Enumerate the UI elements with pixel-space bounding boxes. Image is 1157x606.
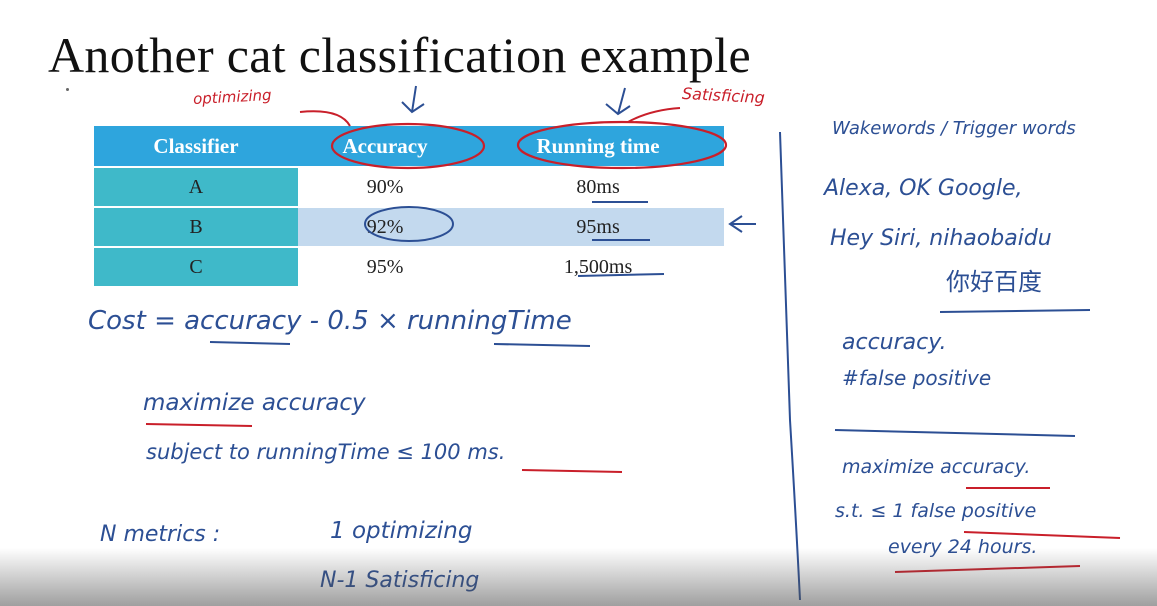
every-24-hours-note: every 24 hours. <box>888 536 1038 558</box>
cell-classifier: B <box>94 206 298 247</box>
running-time-down-arrow-icon <box>605 87 631 116</box>
vertical-divider-line <box>779 131 801 601</box>
underline-100ms <box>521 469 623 473</box>
satisficing-annotation: Satisficing <box>681 83 766 108</box>
satisficing-leader-line <box>627 107 681 123</box>
accuracy-note: accuracy. <box>842 330 947 355</box>
accuracy-down-arrow-icon <box>401 85 425 114</box>
wakewords-line1-note: Alexa, OK Google, <box>824 176 1023 201</box>
classifier-table: Classifier Accuracy Running time A 90% 8… <box>94 126 724 286</box>
header-running-time: Running time <box>472 126 724 167</box>
table-row: C 95% 1,500ms <box>94 246 724 286</box>
underline-maximize <box>145 423 253 427</box>
st-false-positive-note: s.t. ≤ 1 false positive <box>835 500 1037 522</box>
subject-to-note: subject to runningTime ≤ 100 ms. <box>146 440 506 464</box>
cell-classifier: C <box>94 246 298 286</box>
underline-every-24-hours <box>894 565 1081 573</box>
n-minus-one-satisficing-note: N-1 Satisficing <box>320 568 480 593</box>
wakewords-heading-note: Wakewords / Trigger words <box>832 118 1076 139</box>
lecture-slide: Another cat classification example Class… <box>0 0 1157 606</box>
wakewords-chinese-note: 你好百度 <box>946 268 1042 296</box>
optimizing-annotation: optimizing <box>192 85 273 109</box>
cell-running-time: 80ms <box>472 166 724 207</box>
optimizing-leader-line <box>299 110 351 127</box>
n-metrics-note: N metrics : <box>100 522 221 547</box>
slide-title: Another cat classification example <box>48 27 751 83</box>
underline-running-time <box>493 343 591 347</box>
stray-dot <box>66 88 69 91</box>
divider-right-section <box>834 429 1076 437</box>
cell-running-time: 1,500ms <box>472 246 724 286</box>
maximize-accuracy-right-note: maximize accuracy. <box>842 456 1031 478</box>
divider-wakewords <box>939 309 1091 313</box>
table-row: A 90% 80ms <box>94 166 724 207</box>
cell-accuracy: 90% <box>298 166 473 207</box>
cell-accuracy: 95% <box>298 246 473 286</box>
underline-accuracy <box>209 341 291 345</box>
wakewords-line2-note: Hey Siri, nihaobaidu <box>830 226 1052 251</box>
cell-accuracy: 92% <box>298 206 473 247</box>
header-accuracy: Accuracy <box>298 126 473 167</box>
row-b-left-arrow-icon <box>728 215 756 233</box>
cost-formula-note: Cost = accuracy - 0.5 × runningTime <box>88 306 572 336</box>
maximize-accuracy-note: maximize accuracy <box>143 390 366 416</box>
table-row: B 92% 95ms <box>94 206 724 247</box>
one-optimizing-note: 1 optimizing <box>330 518 473 544</box>
false-positive-note: #false positive <box>842 366 992 390</box>
cell-running-time: 95ms <box>472 206 724 247</box>
header-classifier: Classifier <box>94 126 298 167</box>
cell-classifier: A <box>94 166 298 207</box>
table-header-row: Classifier Accuracy Running time <box>94 126 724 167</box>
